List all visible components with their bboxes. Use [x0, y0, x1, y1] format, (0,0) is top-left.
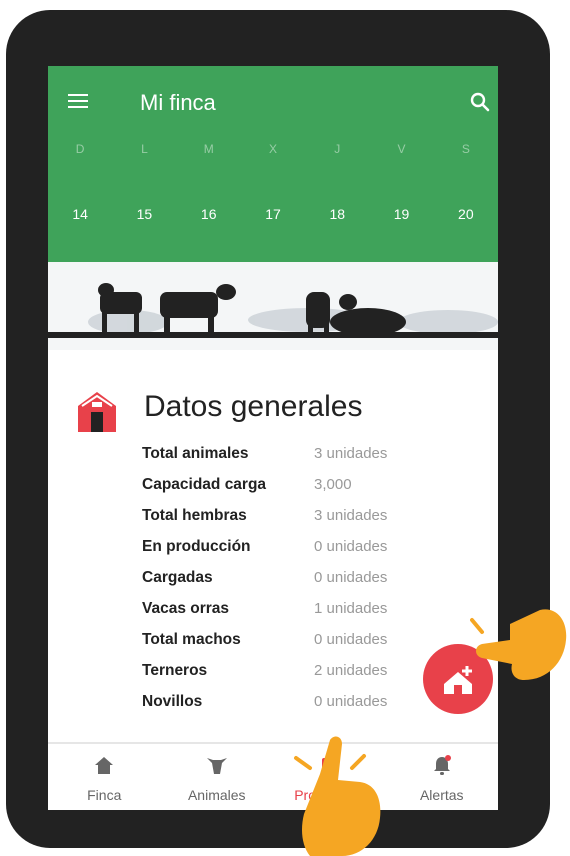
calendar-date[interactable]: 15: [112, 206, 176, 222]
data-value: 1 unidades: [314, 600, 388, 617]
home-icon: [95, 757, 114, 774]
calendar-date[interactable]: 20: [434, 206, 498, 222]
app-bar: Mi finca D L M X J V S 14 15 16 17 18 19…: [48, 66, 498, 262]
data-row: Cargadas 0 unidades: [142, 562, 462, 593]
data-row: Vacas orras 1 unidades: [142, 593, 462, 624]
weekday-row: D L M X J V S: [48, 142, 498, 156]
bottom-navigation: Finca Animales Producción Alertas: [48, 742, 498, 810]
calendar-date[interactable]: 16: [177, 206, 241, 222]
data-label: Total animales: [142, 444, 249, 462]
data-value: 3 unidades: [314, 445, 388, 462]
data-row: Total hembras 3 unidades: [142, 500, 462, 531]
data-label: Total hembras: [142, 506, 247, 524]
calendar-date[interactable]: 17: [241, 206, 305, 222]
data-label: Total machos: [142, 630, 241, 648]
pointing-hand-icon: [294, 736, 381, 856]
weekday-label: M: [203, 142, 214, 156]
bell-icon: [433, 755, 451, 775]
nav-item-alertas[interactable]: Alertas: [386, 744, 499, 810]
data-value: 0 unidades: [314, 569, 388, 586]
app-screen: Mi finca D L M X J V S 14 15 16 17 18 19…: [48, 66, 498, 810]
data-row: Total animales 3 unidades: [142, 438, 462, 469]
calendar-date[interactable]: 14: [48, 206, 112, 222]
data-label: Cargadas: [142, 568, 213, 586]
calendar-date[interactable]: 19: [369, 206, 433, 222]
data-label: Capacidad carga: [142, 475, 267, 493]
nav-label: Finca: [87, 787, 122, 803]
hamburger-menu-icon[interactable]: [68, 94, 88, 108]
data-label: Novillos: [142, 692, 203, 710]
nav-item-finca[interactable]: Finca: [48, 744, 161, 810]
data-value: 0 unidades: [314, 631, 388, 648]
data-label: En producción: [142, 537, 251, 555]
general-data-list: Total animales 3 unidades Capacidad carga…: [142, 438, 462, 717]
data-row: Total machos 0 unidades: [142, 624, 462, 655]
data-value: 2 unidades: [314, 662, 388, 679]
data-label: Terneros: [142, 661, 208, 679]
weekday-label: D: [75, 142, 85, 156]
nav-label: Alertas: [419, 787, 464, 803]
nav-item-animales[interactable]: Animales: [161, 744, 274, 810]
weekday-label: J: [334, 142, 341, 156]
data-value: 3 unidades: [314, 507, 388, 524]
data-value: 0 unidades: [314, 538, 388, 555]
weekday-label: L: [141, 142, 148, 156]
data-row: En producción 0 unidades: [142, 531, 462, 562]
data-value: 0 unidades: [314, 693, 388, 710]
barn-icon: [78, 392, 116, 432]
cattle-banner-illustration: [48, 262, 498, 350]
weekday-label: X: [268, 142, 277, 156]
data-row: Novillos 0 unidades: [142, 686, 462, 717]
date-row: 14 15 16 17 18 19 20: [48, 206, 498, 222]
weekday-label: S: [461, 142, 470, 156]
calendar-date[interactable]: 18: [305, 206, 369, 222]
data-value: 3,000: [314, 476, 352, 493]
weekday-label: V: [397, 142, 406, 156]
section-title: Datos generales: [144, 390, 363, 423]
data-label: Vacas orras: [142, 599, 230, 617]
search-icon[interactable]: [468, 90, 492, 114]
cow-icon: [206, 758, 227, 774]
app-title: Mi finca: [140, 90, 216, 115]
data-row: Terneros 2 unidades: [142, 655, 462, 686]
nav-label: Animales: [187, 787, 246, 803]
data-row: Capacidad carga 3,000: [142, 469, 462, 500]
pointing-hand-icon: [470, 609, 567, 680]
